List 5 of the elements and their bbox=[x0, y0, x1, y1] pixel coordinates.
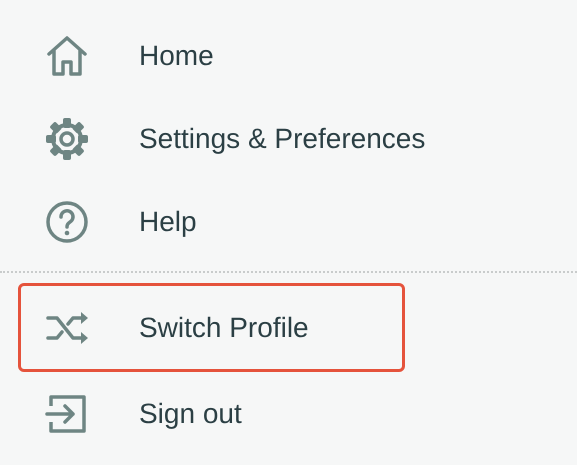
menu-item[interactable]: Sign out bbox=[18, 372, 405, 455]
menu-item[interactable]: Switch Profile bbox=[18, 283, 405, 372]
menu-item[interactable]: Help bbox=[18, 180, 405, 263]
menu-item[interactable]: Home bbox=[18, 14, 405, 97]
menu-item[interactable]: Settings & Preferences bbox=[18, 97, 440, 180]
